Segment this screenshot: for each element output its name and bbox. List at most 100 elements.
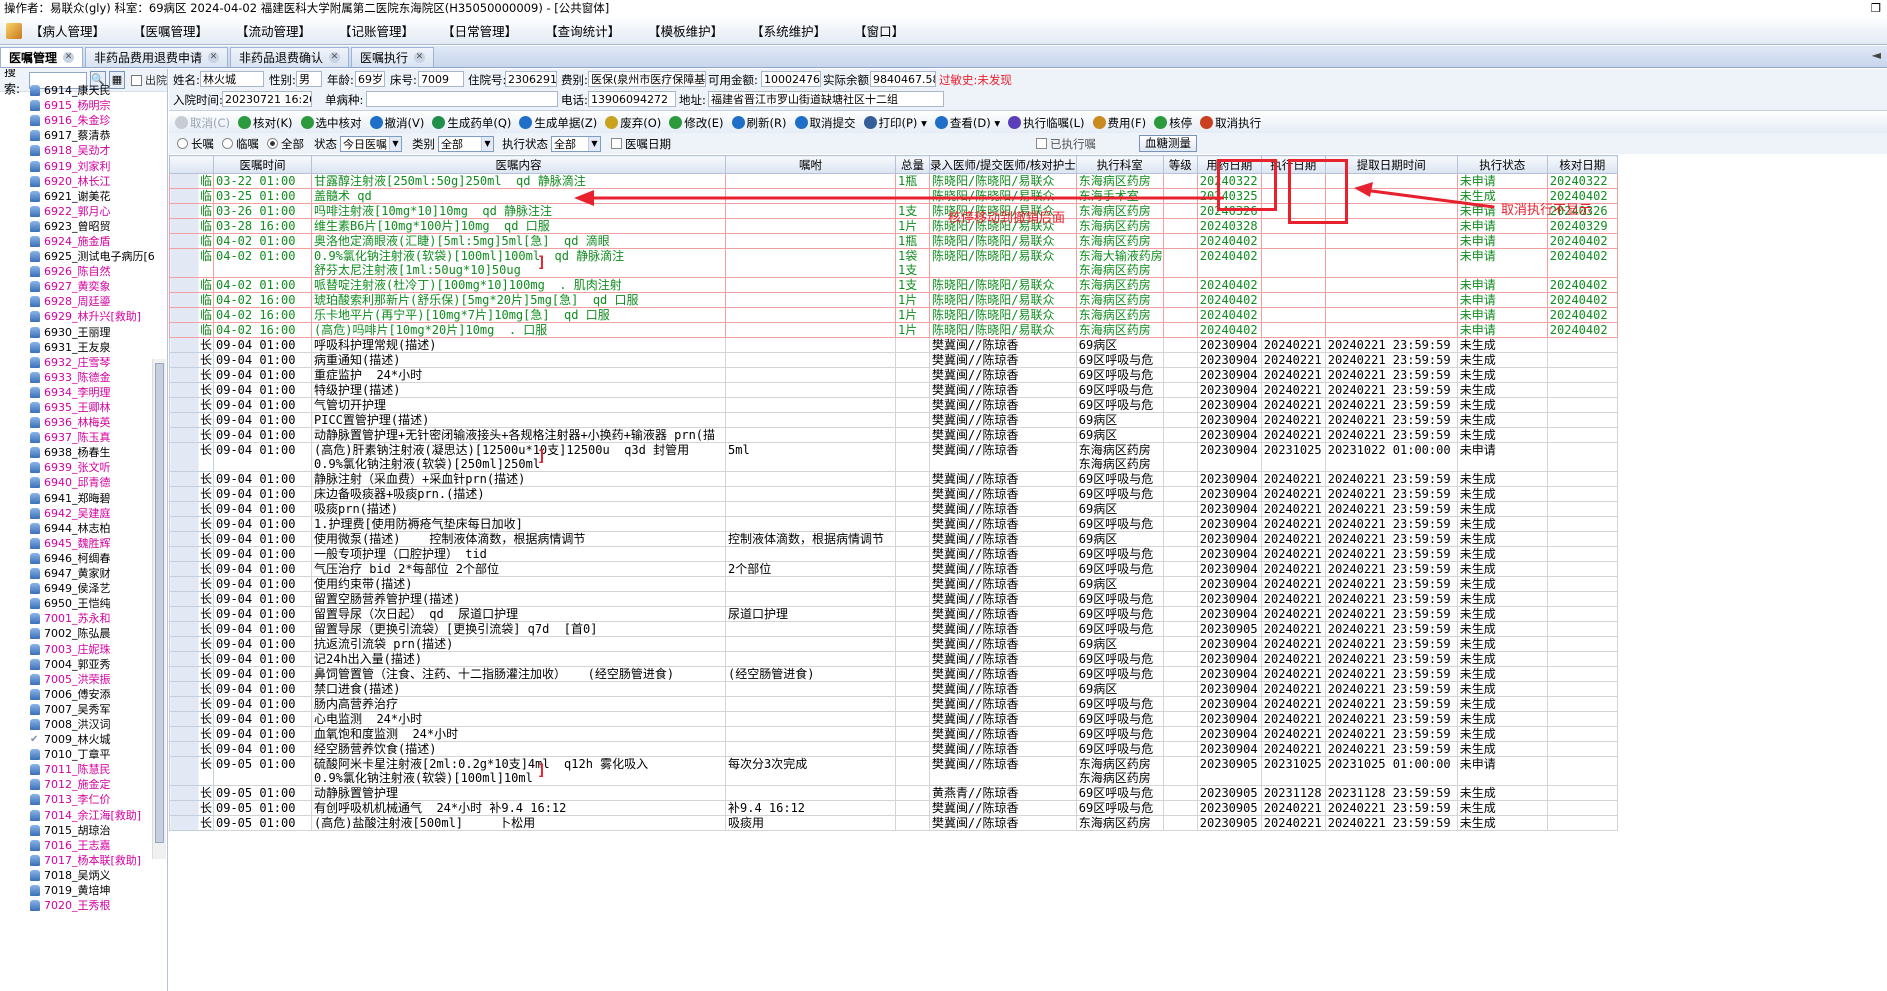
scrollbar-thumb[interactable]	[155, 363, 164, 843]
row-indicator[interactable]: 临	[169, 248, 214, 278]
row-indicator[interactable]: 长	[169, 501, 214, 517]
table-row[interactable]: 长 09-04 01:00 气压治疗 bid 2*每部位 2个部位 2个部位 樊冀闽//…	[169, 561, 1618, 577]
patient-list-item[interactable]: 7015_胡琼治	[30, 823, 150, 838]
patient-list-item[interactable]: 7014_余江海[救助]	[30, 808, 150, 823]
row-indicator[interactable]: 临	[169, 188, 214, 204]
row-indicator[interactable]: 长	[169, 666, 214, 682]
patient-list-item[interactable]: 6917_蔡清恭	[30, 128, 150, 143]
close-tab-icon[interactable]: ✕	[329, 52, 341, 63]
table-row[interactable]: 长 09-04 01:00 床边备吸痰器+吸痰prn.(描述) 樊冀闽//陈琼香 69区…	[169, 486, 1618, 502]
row-indicator[interactable]: 临	[169, 233, 214, 249]
table-row[interactable]: 长 09-04 01:00 禁口进食(描述) 樊冀闽//陈琼香 69病区 20230904…	[169, 681, 1618, 697]
patient-list-item[interactable]: 6934_李明理	[30, 385, 150, 400]
row-indicator[interactable]: 长	[169, 651, 214, 667]
row-indicator[interactable]: 长	[169, 621, 214, 637]
patient-list-item[interactable]: 6916_朱金珍	[30, 113, 150, 128]
row-indicator[interactable]: 长	[169, 741, 214, 757]
patient-list-item[interactable]: 6919_刘家利	[30, 158, 150, 173]
patient-list-item[interactable]: 7004_郭亚秀	[30, 657, 150, 672]
row-indicator[interactable]: 长	[169, 711, 214, 727]
row-indicator[interactable]: 临	[169, 218, 214, 234]
table-row[interactable]: 临 03-22 01:00 甘露醇注射液[250ml:50g]250ml qd 静脉…	[169, 173, 1618, 189]
column-header[interactable]: 执行状态	[1456, 155, 1548, 174]
patient-list-item[interactable]: 6923_曾昭贸	[30, 219, 150, 234]
toolbar-button-10[interactable]: 打印(P) ▾	[863, 115, 927, 131]
row-indicator[interactable]: 临	[169, 307, 214, 323]
patient-list-item[interactable]: 6947_黄家财	[30, 566, 150, 581]
row-indicator[interactable]: 长	[169, 756, 214, 786]
tab-order-execution[interactable]: 医嘱执行 ✕	[351, 47, 435, 67]
table-row[interactable]: 长 09-04 01:00 肠内高营养治疗 樊冀闽//陈琼香 69区呼吸与危 202309…	[169, 696, 1618, 712]
row-indicator[interactable]: 长	[169, 636, 214, 652]
row-indicator[interactable]: 长	[169, 606, 214, 622]
order-date-checkbox[interactable]: 医嘱日期	[611, 136, 671, 152]
row-indicator[interactable]: 长	[169, 546, 214, 562]
table-row[interactable]: 长 09-04 01:00 特级护理(描述) 樊冀闽//陈琼香 69区呼吸与危 20230…	[169, 382, 1618, 398]
patient-list-item[interactable]: 7020_王秀根	[30, 898, 150, 913]
menu-order-management[interactable]: 【医嘱管理】	[133, 21, 208, 40]
table-row[interactable]: 长 09-04 01:00 血氧饱和度监测 24*小时 樊冀闽//陈琼香 69区呼吸与危…	[169, 726, 1618, 742]
table-row[interactable]: 长 09-04 01:00 留置导尿（更换引流袋）[更换引流袋] q7d [首0] 樊…	[169, 621, 1618, 637]
table-row[interactable]: 临 04-02 16:00 琥珀酸索利那新片(舒乐保)[5mg*20片]5mg[急]…	[169, 292, 1618, 308]
row-indicator[interactable]: 临	[169, 292, 214, 308]
row-indicator[interactable]: 长	[169, 486, 214, 502]
table-row[interactable]: 长 09-05 01:00 动静脉置管护理 黄燕青//陈琼香 69区呼吸与危 202309…	[169, 785, 1618, 801]
row-indicator[interactable]: 长	[169, 696, 214, 712]
row-indicator[interactable]: 长	[169, 516, 214, 532]
row-indicator[interactable]: 长	[169, 815, 214, 831]
column-header[interactable]: 录入医师/提交医师/核对护士	[929, 155, 1077, 174]
toolbar-button-5[interactable]: 生成单据(Z)	[519, 115, 597, 131]
patient-list-item[interactable]: 7002_陈弘晨	[30, 626, 150, 641]
toolbar-button-13[interactable]: 费用(F)	[1092, 115, 1146, 131]
patient-list-item[interactable]: 6950_王恺纯	[30, 596, 150, 611]
toolbar-button-0[interactable]: 取消(C)	[175, 115, 230, 131]
table-row[interactable]: 长 09-04 01:00 经空肠营养饮食(描述) 樊冀闽//陈琼香 69区呼吸与危 20…	[169, 741, 1618, 757]
table-row[interactable]: 临 04-02 16:00 乐卡地平片(再宁平)[10mg*7片]10mg[急] q…	[169, 307, 1618, 323]
patient-list-item[interactable]: 7010_丁章平	[30, 747, 150, 762]
column-header[interactable]: 医嘱内容	[311, 155, 726, 174]
row-indicator[interactable]: 长	[169, 352, 214, 368]
row-indicator[interactable]: 临	[169, 277, 214, 293]
patient-list-item[interactable]: 6936_林梅英	[30, 415, 150, 430]
row-indicator[interactable]: 长	[169, 800, 214, 816]
patient-list-item[interactable]: 6933_陈德金	[30, 370, 150, 385]
toolbar-button-12[interactable]: 执行临嘱(L)	[1008, 115, 1085, 131]
patient-list-item[interactable]: 7008_洪汉词	[30, 717, 150, 732]
table-row[interactable]: 临 04-02 16:00 (高危)吗啡片[10mg*20片]10mg . 口服 1片…	[169, 322, 1618, 338]
table-row[interactable]: 长 09-05 01:00 有创呼吸机机械通气 24*小时 补9.4 16:12 补9…	[169, 800, 1618, 816]
toolbar-button-2[interactable]: 选中核对	[300, 115, 362, 131]
toolbar-button-8[interactable]: 刷新(R)	[731, 115, 787, 131]
patient-list-item[interactable]: 6918_吴劲才	[30, 143, 150, 158]
patient-list-item[interactable]: 7018_吴炳义	[30, 868, 150, 883]
row-indicator[interactable]: 长	[169, 726, 214, 742]
tab-non-drug-refund-confirm[interactable]: 非药品退费确认 ✕	[230, 47, 350, 67]
menu-query-statistics[interactable]: 【查询统计】	[545, 21, 620, 40]
row-indicator[interactable]: 长	[169, 337, 214, 353]
table-row[interactable]: 长 09-04 01:00 使用微泵(描述) 控制液体滴数，根据病情调节 控制液体滴数…	[169, 531, 1618, 547]
column-header[interactable]: 执行科室	[1075, 155, 1164, 174]
table-row[interactable]: 临 03-28 16:00 维生素B6片[10mg*100片]10mg qd 口服 1…	[169, 218, 1618, 234]
executed-checkbox[interactable]: 已执行嘱	[1036, 136, 1096, 152]
row-indicator[interactable]: 长	[169, 367, 214, 383]
toolbar-button-14[interactable]: 核停	[1154, 115, 1192, 131]
table-row[interactable]: 长 09-04 01:00 (高危)肝素钠注射液(凝思达)[12500u*10支]1…	[169, 442, 1618, 472]
patient-list-item[interactable]: 6920_林长江	[30, 174, 150, 189]
patient-list-item[interactable]: 7016_王志嘉	[30, 838, 150, 853]
column-header[interactable]: 医嘱时间	[213, 155, 312, 174]
close-tab-icon[interactable]: ✕	[63, 52, 75, 63]
menu-window[interactable]: 【窗口】	[854, 21, 904, 40]
menu-billing-management[interactable]: 【记账管理】	[339, 21, 414, 40]
row-indicator[interactable]: 长	[169, 382, 214, 398]
table-row[interactable]: 长 09-04 01:00 病重通知(描述) 樊冀闽//陈琼香 69区呼吸与危 20230…	[169, 352, 1618, 368]
table-row[interactable]: 长 09-04 01:00 重症监护 24*小时 樊冀闽//陈琼香 69区呼吸与危 202…	[169, 367, 1618, 383]
patient-list-item[interactable]: 6924_施金盾	[30, 234, 150, 249]
table-row[interactable]: 临 04-02 01:00 0.9%氯化钠注射液(软袋)[100ml]100ml q…	[169, 248, 1618, 278]
table-row[interactable]: 长 09-05 01:00 (高危)盐酸注射液[500ml] 卜松用 吸痰用 樊冀闽//…	[169, 815, 1618, 831]
table-row[interactable]: 长 09-04 01:00 留置导尿（次日起） qd 尿道口护理 尿道口护理 樊冀闽//…	[169, 606, 1618, 622]
patient-list-item[interactable]: 6937_陈玉真	[30, 430, 150, 445]
table-row[interactable]: 长 09-04 01:00 呼吸科护理常规(描述) 樊冀闽//陈琼香 69病区 20230…	[169, 337, 1618, 353]
row-indicator[interactable]: 长	[169, 576, 214, 592]
table-row[interactable]: 长 09-04 01:00 记24h出入量(描述) 樊冀闽//陈琼香 69区呼吸与危 20…	[169, 651, 1618, 667]
table-row[interactable]: 长 09-04 01:00 留置空肠营养管护理(描述) 樊冀闽//陈琼香 69区呼吸与危…	[169, 591, 1618, 607]
row-indicator[interactable]: 长	[169, 397, 214, 413]
